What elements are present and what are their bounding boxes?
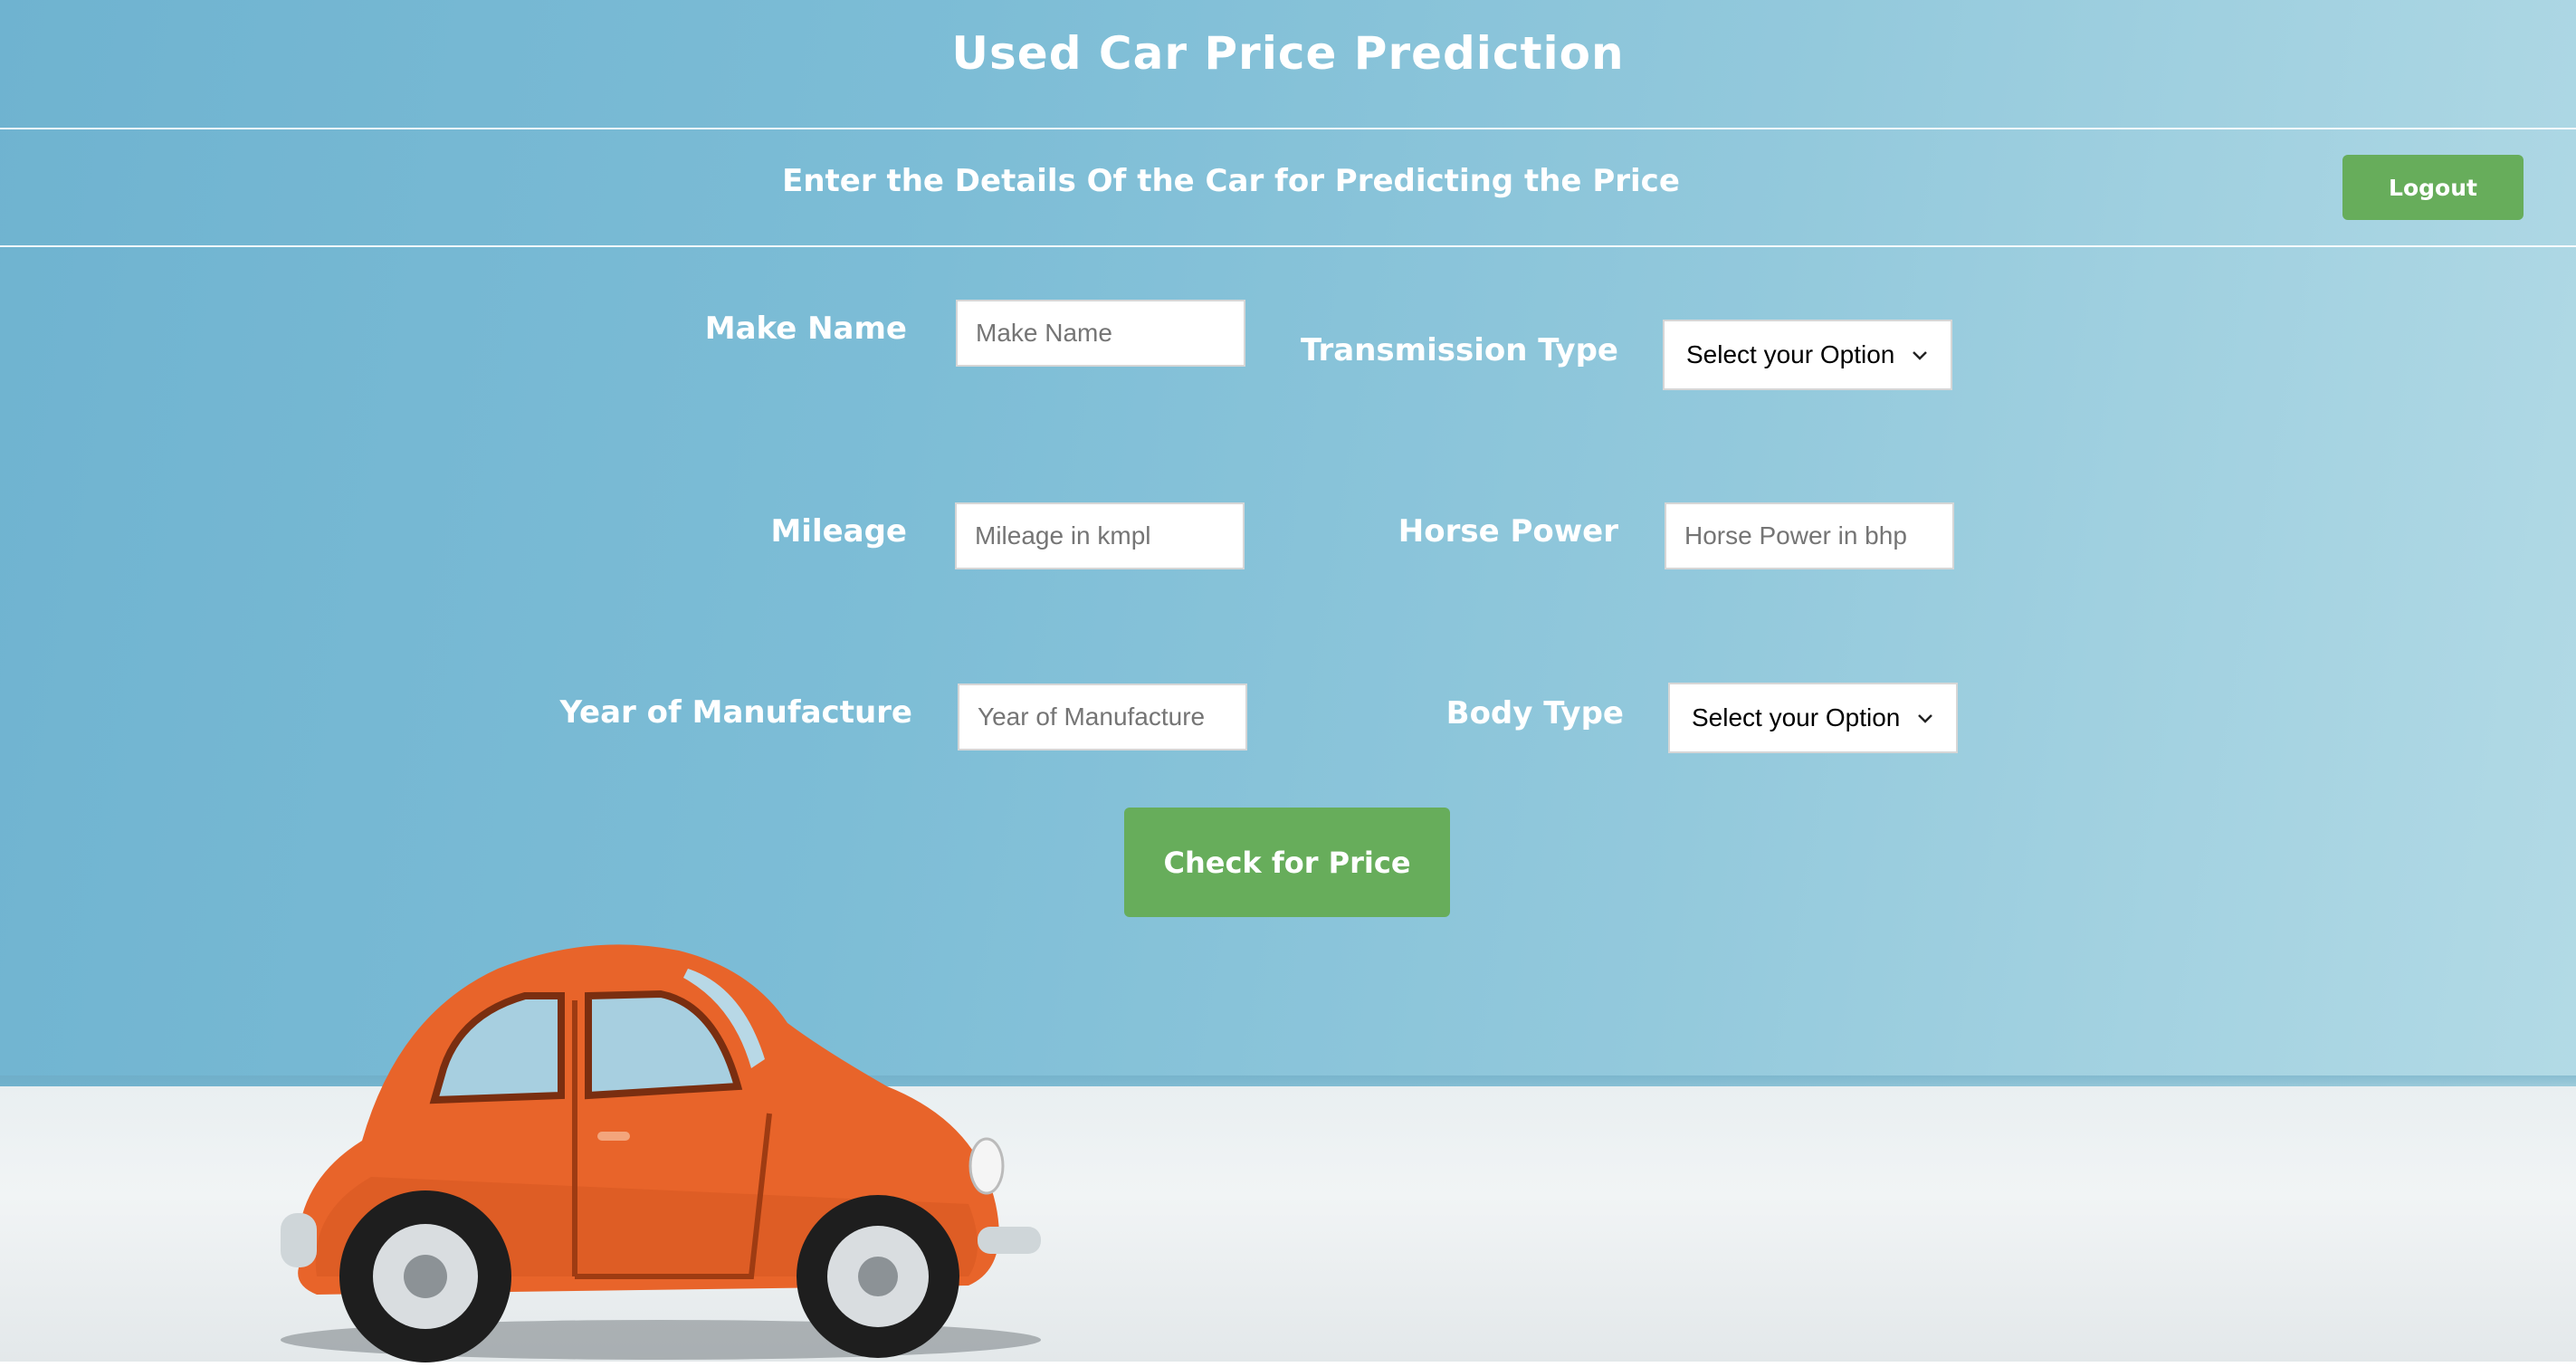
page-title: Used Car Price Prediction (951, 27, 1625, 80)
horse-power-label: Horse Power (1398, 513, 1618, 550)
form-instruction: Enter the Details Of the Car for Predict… (782, 163, 1680, 199)
year-of-manufacture-label: Year of Manufacture (559, 694, 912, 731)
horse-power-input[interactable] (1665, 502, 1954, 569)
header-divider-bottom (0, 245, 2576, 247)
header-divider-top (0, 128, 2576, 129)
chevron-down-icon (1913, 351, 1927, 360)
chevron-down-icon (1918, 714, 1932, 723)
year-of-manufacture-input[interactable] (958, 684, 1247, 750)
mileage-input[interactable] (955, 502, 1245, 569)
mileage-label: Mileage (770, 513, 907, 550)
body-type-select[interactable]: Select your Option (1668, 683, 1958, 753)
make-name-label: Make Name (704, 311, 907, 347)
check-price-button[interactable]: Check for Price (1124, 808, 1450, 917)
transmission-type-selected: Select your Option (1686, 340, 1895, 368)
body-type-label: Body Type (1445, 695, 1624, 731)
make-name-input[interactable] (956, 300, 1245, 367)
transmission-type-label: Transmission Type (1301, 332, 1618, 368)
transmission-type-select[interactable]: Select your Option (1663, 320, 1952, 390)
orange-toy-car-image (281, 944, 1041, 1362)
body-type-selected: Select your Option (1692, 703, 1901, 731)
logout-button[interactable]: Logout (2342, 155, 2524, 220)
